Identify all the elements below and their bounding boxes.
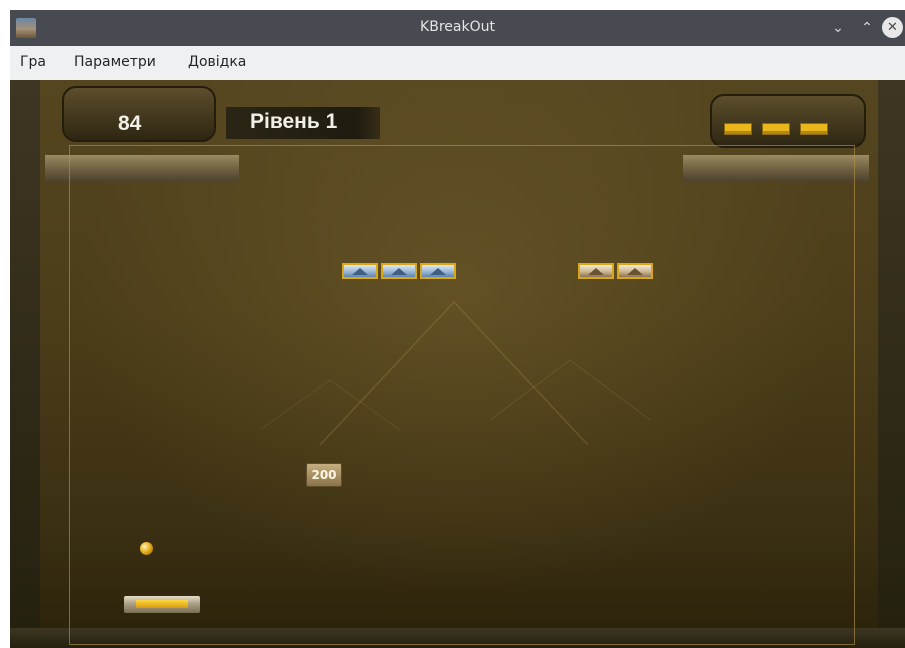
paddle-core bbox=[136, 600, 188, 608]
pyramid-glyph-icon bbox=[352, 268, 368, 275]
window-title: KBreakOut bbox=[420, 19, 495, 35]
title-bar: KBreakOut ⌄ ⌃ ✕ bbox=[10, 10, 905, 46]
lives-scroll-panel bbox=[710, 94, 866, 148]
life-indicator bbox=[762, 123, 790, 135]
menu-help[interactable]: Довідка bbox=[188, 54, 246, 70]
bonus-200-gift: 200 bbox=[306, 463, 342, 487]
maximize-button[interactable]: ⌃ bbox=[855, 16, 879, 40]
level-panel: Рівень 1 bbox=[226, 107, 380, 139]
pyramid-glyph-icon bbox=[391, 268, 407, 275]
game-canvas[interactable]: 84 Рівень 1 200 bbox=[10, 80, 905, 648]
life-indicator bbox=[724, 123, 752, 135]
ball bbox=[140, 542, 153, 555]
level-label: Рівень 1 bbox=[250, 110, 338, 133]
menu-game[interactable]: Гра bbox=[20, 54, 46, 70]
score-value: 84 bbox=[118, 112, 142, 135]
paddle[interactable] bbox=[124, 596, 200, 613]
close-button[interactable]: ✕ bbox=[882, 17, 903, 38]
menu-settings[interactable]: Параметри bbox=[74, 54, 156, 70]
chevron-down-icon: ⌄ bbox=[832, 20, 844, 36]
playfield-border bbox=[69, 145, 855, 645]
menu-bar: Гра Параметри Довідка bbox=[10, 46, 905, 80]
close-circle-icon: ✕ bbox=[887, 20, 898, 35]
pyramid-glyph-icon bbox=[627, 268, 643, 275]
pyramid-glyph-icon bbox=[588, 268, 604, 275]
minimize-button[interactable]: ⌄ bbox=[826, 16, 850, 40]
life-indicator bbox=[800, 123, 828, 135]
chevron-up-icon: ⌃ bbox=[861, 20, 873, 36]
pyramid-glyph-icon bbox=[430, 268, 446, 275]
